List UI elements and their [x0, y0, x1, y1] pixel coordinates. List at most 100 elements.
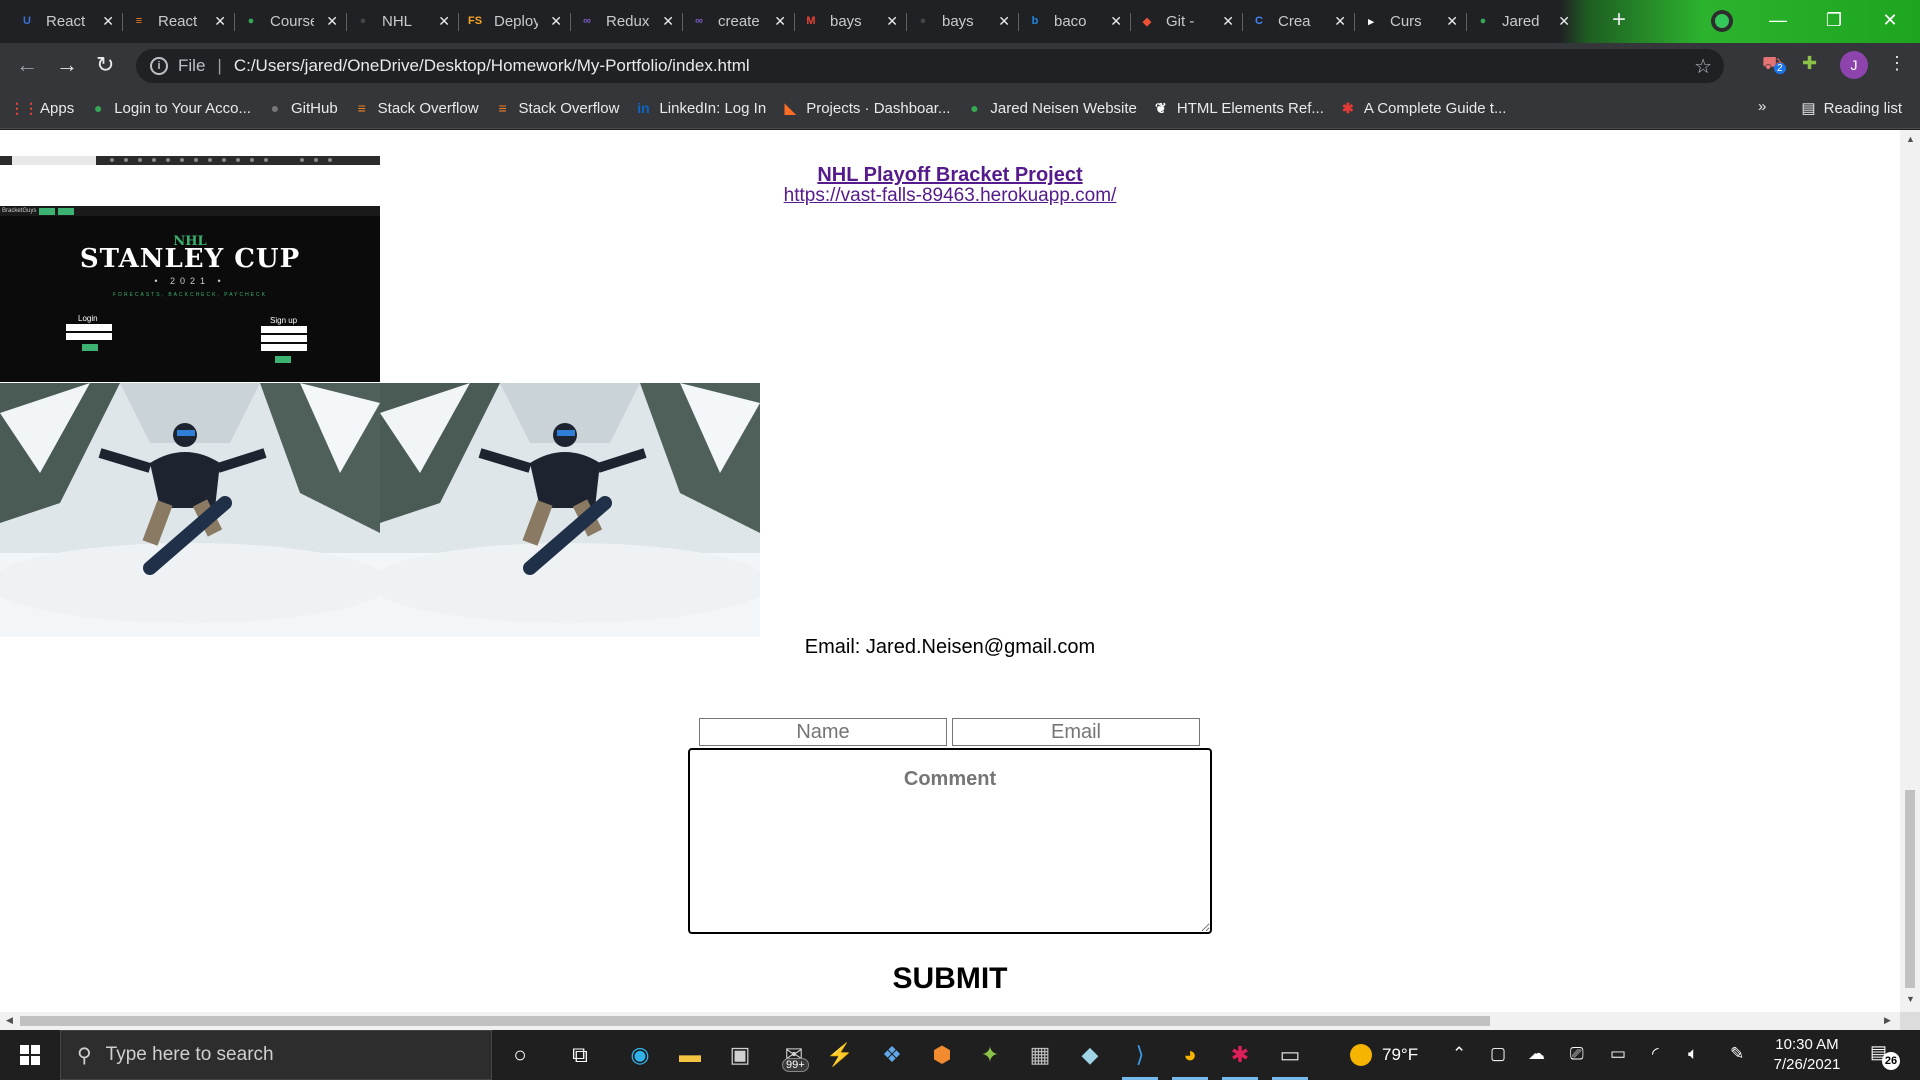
tab-close-icon[interactable]: ✕	[774, 13, 786, 30]
scroll-right-arrow-icon[interactable]: ▶	[1884, 1015, 1891, 1026]
name-field[interactable]	[699, 718, 947, 746]
new-tab-button[interactable]: +	[1612, 6, 1626, 34]
vertical-scrollbar[interactable]: ▲ ▼	[1900, 130, 1920, 1015]
mail-badge-icon[interactable]: ✉ 99+	[770, 1030, 818, 1080]
address-url[interactable]: C:/Users/jared/OneDrive/Desktop/Homework…	[234, 56, 750, 76]
vscode-icon[interactable]: ⟩	[1116, 1030, 1164, 1080]
project-url-link[interactable]: https://vast-falls-89463.herokuapp.com/	[0, 185, 1900, 207]
tab-close-icon[interactable]: ✕	[438, 13, 450, 30]
bookmark-star-icon[interactable]: ☆	[1694, 54, 1712, 79]
browser-tab[interactable]: ● bays ✕	[906, 4, 1018, 38]
restore-button[interactable]: ❐	[1806, 0, 1862, 40]
system-clock[interactable]: 10:30 AM 7/26/2021	[1752, 1035, 1862, 1075]
browser-tab[interactable]: ∞ create ✕	[682, 4, 794, 38]
reload-icon[interactable]: ↻	[96, 52, 114, 78]
lightning-app-icon[interactable]: ⚡	[816, 1030, 864, 1080]
taskbar-search[interactable]: ⚲ Type here to search	[60, 1030, 492, 1080]
tab-close-icon[interactable]: ✕	[102, 13, 114, 30]
address-bar[interactable]: i File | C:/Users/jared/OneDrive/Desktop…	[136, 49, 1724, 83]
pen-icon[interactable]: ✎	[1730, 1044, 1744, 1064]
tab-close-icon[interactable]: ✕	[326, 13, 338, 30]
more-bookmarks-chevron-icon[interactable]: »	[1758, 98, 1766, 115]
tab-close-icon[interactable]: ✕	[1110, 13, 1122, 30]
profile-avatar[interactable]: J	[1840, 51, 1868, 79]
tab-close-icon[interactable]: ✕	[1222, 13, 1234, 30]
show-hidden-icons-chevron-icon[interactable]: ⌃	[1452, 1044, 1466, 1064]
scroll-down-arrow-icon[interactable]: ▼	[1906, 994, 1915, 1004]
chrome-icon[interactable]: ◕	[1166, 1030, 1214, 1080]
windows-start-button[interactable]	[0, 1030, 60, 1080]
email-field[interactable]	[952, 718, 1200, 746]
edge-icon[interactable]: ◉	[616, 1030, 664, 1080]
close-window-button[interactable]: ✕	[1862, 0, 1918, 40]
bookmark-item[interactable]: ❦ HTML Elements Ref...	[1153, 100, 1324, 117]
notes-app-icon[interactable]: ◆	[1066, 1030, 1114, 1080]
wifi-icon[interactable]: ◜	[1652, 1044, 1659, 1064]
extensions-puzzle-icon[interactable]: ✚	[1802, 53, 1817, 74]
meet-now-icon[interactable]: ▢	[1490, 1044, 1506, 1064]
notification-center-icon[interactable]: ▤ 26	[1870, 1042, 1900, 1070]
menu-kebab-icon[interactable]: ⋮	[1888, 53, 1906, 74]
back-arrow-icon[interactable]: ←	[16, 52, 38, 78]
scroll-up-arrow-icon[interactable]: ▲	[1906, 134, 1915, 144]
store-icon[interactable]: ▣	[716, 1030, 764, 1080]
calculator-icon[interactable]: ▦	[1016, 1030, 1064, 1080]
extension-alert-icon[interactable]: ⛟ 2	[1762, 53, 1786, 77]
forward-arrow-icon[interactable]: →	[56, 52, 78, 78]
weather-widget[interactable]: 79°F	[1350, 1030, 1418, 1080]
submit-button[interactable]: SUBMIT	[0, 962, 1900, 996]
browser-tab[interactable]: Mbays ✕	[794, 4, 906, 38]
project-title-link[interactable]: NHL Playoff Bracket Project	[0, 164, 1900, 187]
browser-tab[interactable]: ● NHL ✕	[346, 4, 458, 38]
minimize-button[interactable]: —	[1750, 0, 1806, 40]
tab-close-icon[interactable]: ✕	[1334, 13, 1346, 30]
bookmark-item[interactable]: ● Jared Neisen Website	[966, 100, 1137, 117]
tab-close-icon[interactable]: ✕	[214, 13, 226, 30]
brave-icon[interactable]: ⬢	[918, 1030, 966, 1080]
bookmark-item[interactable]: ◣ Projects · Dashboar...	[782, 100, 951, 117]
browser-tab[interactable]: ● Course ✕	[234, 4, 346, 38]
horizontal-scroll-thumb[interactable]	[20, 1016, 1490, 1026]
browser-tab[interactable]: ∞ Redux ✕	[570, 4, 682, 38]
bookmark-item[interactable]: ● Login to Your Acco...	[90, 100, 251, 117]
file-explorer-icon[interactable]: ▬	[666, 1030, 714, 1080]
chrome-status-icon[interactable]	[1711, 10, 1733, 32]
browser-tab[interactable]: b baco ✕	[1018, 4, 1130, 38]
bookmark-item[interactable]: ≡ Stack Overflow	[495, 100, 619, 117]
dropbox-icon[interactable]: ❖	[868, 1030, 916, 1080]
bookmark-item[interactable]: ● GitHub	[267, 100, 338, 117]
browser-tab[interactable]: ◆ Git - ✕	[1130, 4, 1242, 38]
terminal-icon[interactable]: ▭	[1266, 1030, 1314, 1080]
battery-icon[interactable]: ▭	[1610, 1044, 1626, 1064]
tab-close-icon[interactable]: ✕	[1558, 13, 1570, 30]
info-icon[interactable]: i	[150, 57, 168, 75]
bookmark-item[interactable]: ⋮⋮ Apps	[10, 100, 74, 117]
slack-icon[interactable]: ✱	[1216, 1030, 1264, 1080]
display-icon[interactable]: ⎚	[1570, 1044, 1584, 1064]
browser-tab[interactable]: U React ✕	[10, 4, 122, 38]
tab-close-icon[interactable]: ✕	[998, 13, 1010, 30]
task-view-icon[interactable]: ⧉	[556, 1030, 604, 1080]
tab-close-icon[interactable]: ✕	[550, 13, 562, 30]
browser-tab[interactable]: C Crea ✕	[1242, 4, 1354, 38]
tab-close-icon[interactable]: ✕	[886, 13, 898, 30]
browser-tab[interactable]: FS Deploy ✕	[458, 4, 570, 38]
vertical-scroll-thumb[interactable]	[1905, 790, 1915, 988]
stackoverflow-icon: ≡	[135, 15, 143, 27]
onedrive-icon[interactable]: ☁	[1528, 1044, 1545, 1064]
gitkraken-icon[interactable]: ✦	[966, 1030, 1014, 1080]
tab-close-icon[interactable]: ✕	[1446, 13, 1458, 30]
bookmark-item[interactable]: ≡ Stack Overflow	[354, 100, 479, 117]
browser-tab[interactable]: ▸ Curs ✕	[1354, 4, 1466, 38]
bookmark-item[interactable]: ✱ A Complete Guide t...	[1340, 100, 1506, 117]
comment-textarea[interactable]	[688, 748, 1212, 934]
browser-tab[interactable]: ● Jared ✕	[1466, 4, 1578, 38]
reading-list-button[interactable]: ▤ Reading list	[1801, 99, 1902, 118]
scroll-left-arrow-icon[interactable]: ◀	[6, 1015, 13, 1026]
horizontal-scrollbar[interactable]: ◀ ▶	[0, 1012, 1900, 1030]
tab-close-icon[interactable]: ✕	[662, 13, 674, 30]
browser-tab[interactable]: ≡ React ✕	[122, 4, 234, 38]
bookmark-item[interactable]: in LinkedIn: Log In	[635, 100, 766, 117]
volume-icon[interactable]: 🔈︎	[1688, 1044, 1698, 1064]
cortana-icon[interactable]: ○	[496, 1030, 544, 1080]
